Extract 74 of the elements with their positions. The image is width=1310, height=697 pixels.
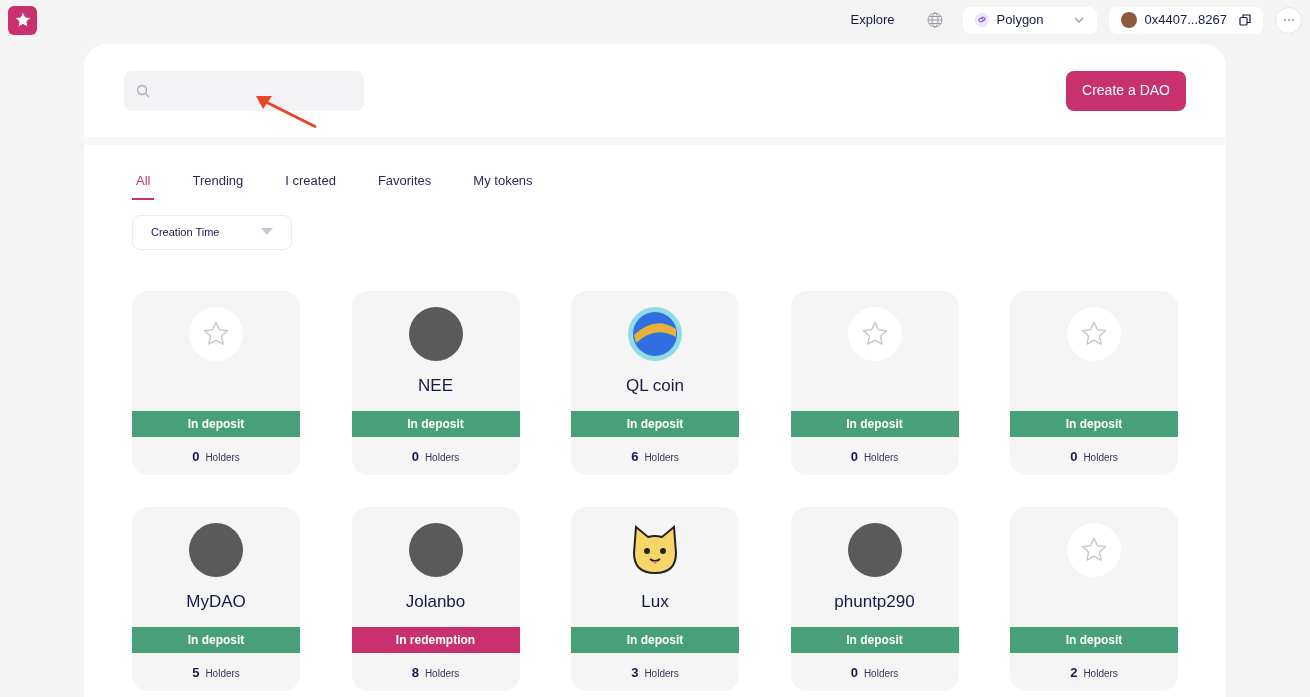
holder-count: 0 — [850, 663, 858, 682]
dao-name: NEE — [418, 375, 453, 397]
status-band: In deposit — [790, 410, 959, 437]
caret-icon — [261, 228, 273, 236]
filter-tab[interactable]: All — [132, 171, 155, 200]
explore-link[interactable]: Explore — [850, 10, 895, 30]
avatar-placeholder — [1120, 12, 1137, 28]
status-band: In deposit — [571, 626, 739, 653]
star-icon — [1080, 319, 1108, 348]
holders-label: Holders — [644, 450, 679, 465]
status-band: In redemption — [351, 626, 520, 653]
wallet-button[interactable]: 0x4407...8267 — [1108, 6, 1263, 34]
holder-count: 0 — [1070, 447, 1078, 466]
holder-count: 6 — [631, 447, 639, 466]
dao-name: phuntp290 — [834, 591, 915, 613]
app-logo[interactable] — [8, 5, 37, 35]
holders-label: Holders — [863, 450, 899, 465]
holders-label: Holders — [424, 450, 460, 465]
holder-count: 0 — [192, 447, 200, 466]
status-band: In deposit — [132, 410, 300, 437]
dao-card[interactable]: In deposit 2 Holders — [1010, 506, 1178, 691]
dao-card[interactable]: phuntp290 In deposit 0 Holders — [790, 506, 959, 691]
link-icon — [974, 13, 989, 27]
search-icon — [136, 83, 150, 98]
dao-card[interactable]: QL coin In deposit 6 Holders — [571, 290, 739, 475]
holder-count: 2 — [1070, 663, 1078, 682]
holders-label: Holders — [644, 666, 679, 681]
dao-card[interactable]: MyDAO In deposit 5 Holders — [132, 506, 300, 691]
coin-logo-icon — [628, 306, 682, 361]
star-icon — [1080, 535, 1108, 564]
sort-dropdown[interactable]: Creation Time — [132, 214, 292, 250]
status-band: In deposit — [132, 626, 300, 653]
holder-count: 8 — [411, 663, 419, 682]
dao-card[interactable]: In deposit 0 Holders — [132, 290, 300, 475]
holder-count: 5 — [192, 663, 200, 682]
dao-card[interactable]: NEE In deposit 0 Holders — [351, 290, 520, 475]
status-band: In deposit — [351, 410, 520, 437]
dao-card[interactable]: Jolanbo In redemption 8 Holders — [351, 506, 520, 691]
holders-label: Holders — [205, 450, 240, 465]
star-logo-icon — [12, 10, 33, 30]
globe-icon[interactable] — [926, 12, 943, 28]
annotation-arrow — [254, 93, 318, 129]
holders-label: Holders — [1083, 666, 1118, 681]
filter-tab[interactable]: I created — [281, 171, 340, 200]
status-band: In deposit — [1010, 626, 1178, 653]
holders-label: Holders — [424, 666, 460, 681]
dao-card[interactable]: In deposit 0 Holders — [790, 290, 959, 475]
holders-label: Holders — [863, 666, 899, 681]
photo-placeholder — [189, 522, 243, 577]
holders-label: Holders — [1083, 450, 1118, 465]
holder-count: 0 — [411, 447, 419, 466]
dao-name: MyDAO — [186, 591, 246, 613]
create-dao-button[interactable]: Create a DAO — [1066, 70, 1186, 111]
status-band: In deposit — [571, 410, 739, 437]
status-band: In deposit — [1010, 410, 1178, 437]
filter-tab[interactable]: Trending — [188, 171, 248, 200]
more-icon — [1282, 18, 1295, 22]
holders-label: Holders — [205, 666, 240, 681]
star-icon — [202, 319, 230, 348]
holder-count: 0 — [850, 447, 858, 466]
dao-name: Lux — [641, 591, 669, 613]
dao-name: Jolanbo — [405, 591, 466, 613]
dao-card[interactable]: In deposit 0 Holders — [1010, 290, 1178, 475]
holder-count: 3 — [631, 663, 639, 682]
search-field[interactable] — [124, 70, 364, 111]
status-band: In deposit — [790, 626, 959, 653]
copy-icon[interactable] — [1239, 14, 1251, 26]
dao-name: QL coin — [626, 375, 684, 397]
network-selector[interactable]: Polygon — [962, 6, 1097, 34]
star-icon — [860, 319, 889, 348]
dao-card[interactable]: Lux In deposit 3 Holders — [571, 506, 739, 691]
more-button[interactable] — [1275, 6, 1302, 34]
filter-tab[interactable]: Favorites — [373, 171, 436, 200]
filter-tab[interactable]: My tokens — [469, 171, 537, 200]
